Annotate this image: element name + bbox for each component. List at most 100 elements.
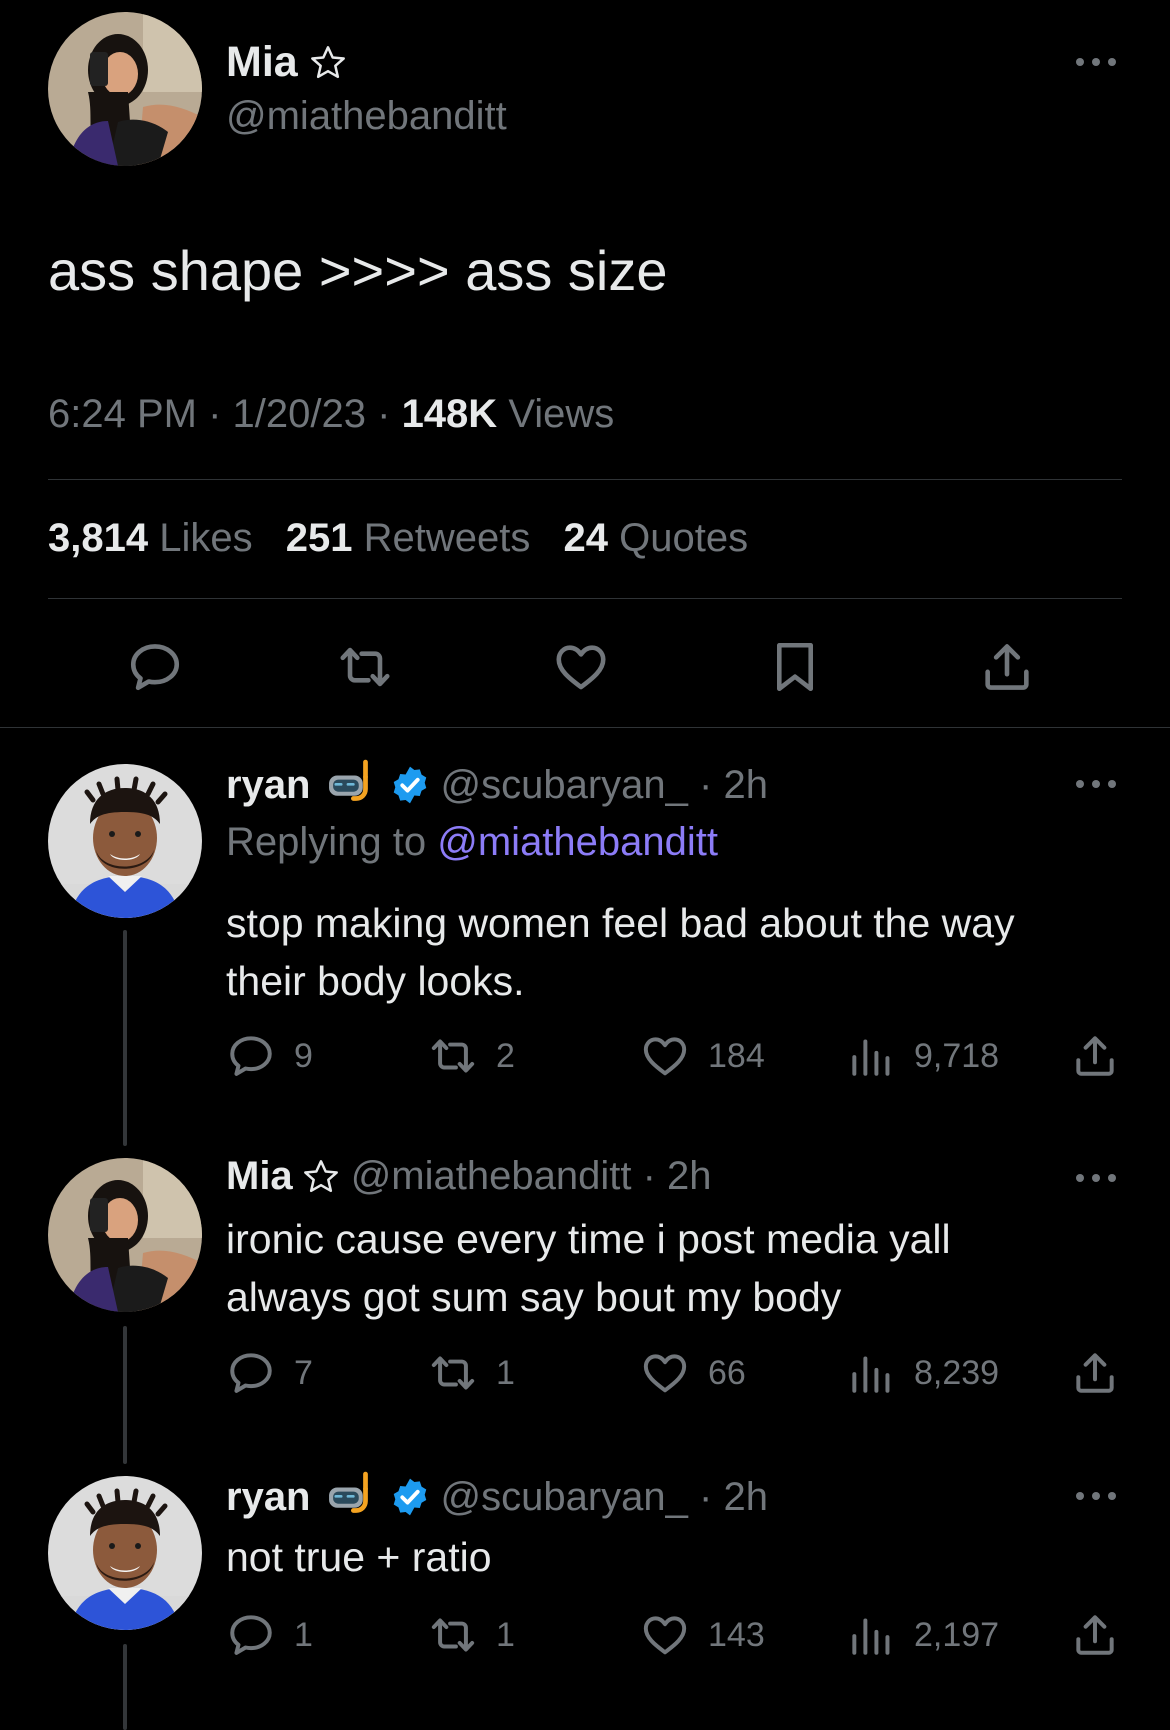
- more-icon[interactable]: [1076, 1174, 1118, 1184]
- retweet-button[interactable]: 2: [428, 1031, 515, 1081]
- share-button[interactable]: [1070, 1348, 1120, 1398]
- like-count: 143: [708, 1615, 765, 1654]
- reply-avatar[interactable]: [48, 1476, 202, 1630]
- reply-avatar[interactable]: [48, 1158, 202, 1312]
- reply-text-line: their body looks.: [226, 958, 525, 1004]
- author-avatar[interactable]: [48, 12, 202, 166]
- retweet-icon: [428, 1031, 478, 1081]
- reply-age[interactable]: 2h: [667, 1154, 712, 1199]
- author-handle[interactable]: @miathebanditt: [226, 94, 507, 139]
- like-button[interactable]: 184: [640, 1031, 765, 1081]
- meta-separator: ·: [631, 1154, 667, 1198]
- like-button[interactable]: 143: [640, 1610, 765, 1660]
- views-count: 2,197: [914, 1615, 1000, 1654]
- views-count: 148K: [401, 392, 498, 436]
- reply-header: Mia @miathebanditt · 2h: [226, 1154, 712, 1199]
- verified-badge-icon: [389, 1476, 431, 1518]
- tweet-time[interactable]: 6:24 PM: [48, 392, 197, 436]
- views-label: Views: [508, 392, 615, 436]
- share-button[interactable]: [978, 638, 1036, 696]
- reply-button[interactable]: 7: [226, 1348, 313, 1398]
- retweet-count: 2: [496, 1036, 515, 1075]
- reply-icon: [226, 1610, 276, 1660]
- views-button[interactable]: 9,718: [846, 1031, 999, 1081]
- more-icon[interactable]: [1076, 780, 1118, 790]
- views-button[interactable]: 2,197: [846, 1610, 999, 1660]
- thread-line: [123, 930, 127, 1146]
- author-name[interactable]: Mia: [226, 38, 298, 87]
- meta-separator: ·: [208, 392, 233, 436]
- author-name-row[interactable]: Mia: [226, 38, 348, 87]
- meta-separator: ·: [687, 1474, 724, 1519]
- reply-author-handle[interactable]: @miathebanditt: [351, 1154, 632, 1199]
- section-divider: [0, 727, 1170, 728]
- reply-author-name[interactable]: Mia: [226, 1154, 293, 1199]
- more-icon[interactable]: [1076, 1492, 1118, 1502]
- stat-count: 24: [563, 516, 609, 560]
- reply-text: not true + ratio: [226, 1528, 492, 1586]
- meta-separator: ·: [377, 392, 402, 436]
- reply-author-name[interactable]: ryan: [226, 1475, 311, 1520]
- divider: [48, 479, 1122, 480]
- reply-button[interactable]: 1: [226, 1610, 313, 1660]
- tweet-stats: 3,814 Likes 251 Retweets 24 Quotes: [48, 516, 748, 561]
- quotes-stat[interactable]: 24 Quotes: [564, 516, 749, 560]
- reply-text-line: ironic cause every time i post media yal…: [226, 1216, 951, 1262]
- replying-to-handle[interactable]: @miathebanditt: [437, 820, 718, 864]
- reply-text-line: not true + ratio: [226, 1534, 492, 1580]
- retweet-button[interactable]: [336, 638, 394, 696]
- scuba-mask-emoji: [325, 758, 379, 812]
- thread-line: [123, 1326, 127, 1464]
- reply-age[interactable]: 2h: [723, 1475, 768, 1520]
- reply-button[interactable]: 9: [226, 1031, 313, 1081]
- divider: [48, 598, 1122, 599]
- retweets-stat[interactable]: 251 Retweets: [286, 516, 531, 560]
- views-icon: [846, 1031, 896, 1081]
- more-icon[interactable]: [1076, 58, 1118, 68]
- like-icon: [640, 1348, 690, 1398]
- stat-label: Quotes: [619, 516, 749, 560]
- share-icon: [1070, 1031, 1120, 1081]
- views-icon: [846, 1610, 896, 1660]
- reply-avatar[interactable]: [48, 764, 202, 918]
- reply-icon: [226, 1031, 276, 1081]
- views-button[interactable]: 8,239: [846, 1348, 999, 1398]
- tweet-meta: 6:24 PM · 1/20/23 · 148K Views: [48, 392, 614, 437]
- reply-count: 7: [294, 1353, 313, 1392]
- share-icon: [978, 638, 1036, 696]
- likes-stat[interactable]: 3,814 Likes: [48, 516, 253, 560]
- reply-text-line: stop making women feel bad about the way: [226, 900, 1015, 946]
- bookmark-button[interactable]: [766, 638, 824, 696]
- share-button[interactable]: [1070, 1031, 1120, 1081]
- reply-author-name[interactable]: ryan: [226, 763, 311, 808]
- star-icon: [308, 43, 348, 83]
- reply-count: 1: [294, 1615, 313, 1654]
- share-icon: [1070, 1610, 1120, 1660]
- views-icon: [846, 1348, 896, 1398]
- retweet-button[interactable]: 1: [428, 1610, 515, 1660]
- scuba-mask-emoji: [325, 1470, 379, 1524]
- views-count: 9,718: [914, 1036, 1000, 1075]
- verified-badge-icon: [389, 764, 431, 806]
- like-count: 184: [708, 1036, 765, 1075]
- reply-author-handle[interactable]: @scubaryan_: [441, 1475, 688, 1520]
- retweet-button[interactable]: 1: [428, 1348, 515, 1398]
- like-button[interactable]: [552, 638, 610, 696]
- retweet-icon: [336, 638, 394, 696]
- share-button[interactable]: [1070, 1610, 1120, 1660]
- meta-separator: ·: [687, 762, 724, 807]
- tweet-date[interactable]: 1/20/23: [233, 392, 366, 436]
- reply-age[interactable]: 2h: [723, 763, 768, 808]
- reply-author-handle[interactable]: @scubaryan_: [441, 763, 688, 808]
- bookmark-icon: [766, 638, 824, 696]
- retweet-count: 1: [496, 1615, 515, 1654]
- views-count: 8,239: [914, 1353, 1000, 1392]
- reply-count: 9: [294, 1036, 313, 1075]
- reply-button[interactable]: [126, 638, 184, 696]
- like-button[interactable]: 66: [640, 1348, 746, 1398]
- stat-label: Likes: [159, 516, 253, 560]
- reply-icon: [226, 1348, 276, 1398]
- reply-text-line: always got sum say bout my body: [226, 1274, 842, 1320]
- retweet-icon: [428, 1610, 478, 1660]
- stat-label: Retweets: [363, 516, 531, 560]
